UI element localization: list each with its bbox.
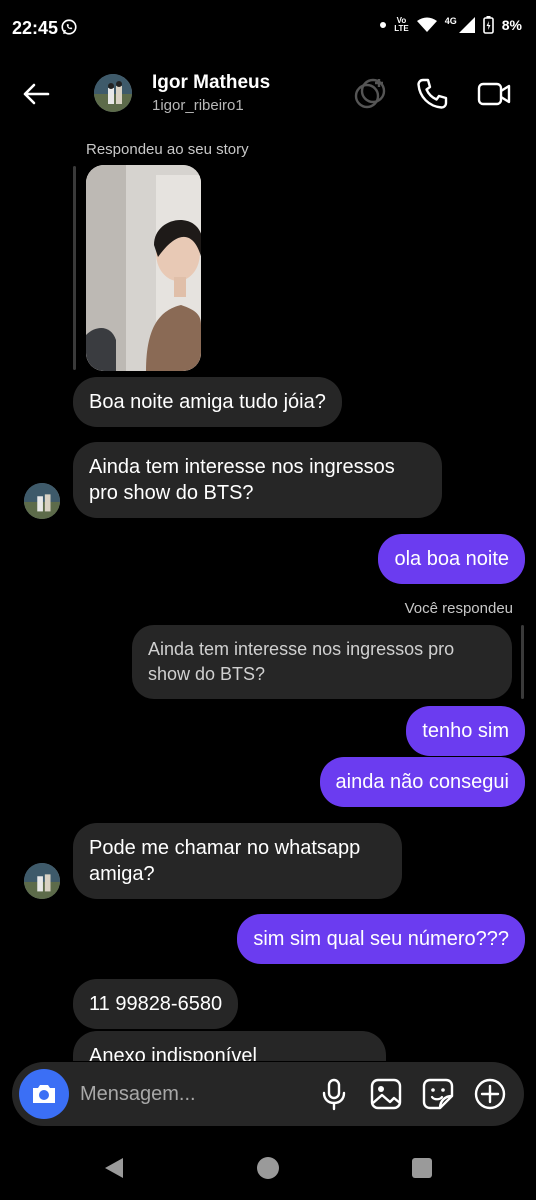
camera-icon — [33, 1085, 55, 1103]
message-clip: Anexo indisponível — [73, 1031, 386, 1061]
status-right: Vo LTE 4G 8% — [380, 16, 522, 34]
sender-avatar[interactable] — [24, 483, 60, 519]
camera-button[interactable] — [19, 1069, 69, 1119]
avatar-photo — [24, 483, 60, 519]
microphone-icon[interactable] — [316, 1076, 352, 1112]
battery-icon — [482, 16, 494, 34]
story-reply-caption: Respondeu ao seu story — [86, 141, 249, 158]
story-thumbnail[interactable] — [86, 165, 201, 371]
message-outgoing[interactable]: ola boa noite — [378, 534, 525, 584]
message-incoming[interactable]: Boa noite amiga tudo jóia? — [73, 377, 342, 427]
message-outgoing[interactable]: ainda não consegui — [319, 757, 525, 807]
avatar-photo — [24, 863, 60, 899]
message-input[interactable]: Mensagem... — [80, 1083, 196, 1106]
avatar-photo — [94, 74, 132, 112]
contact-username[interactable]: 1igor_ribeiro1 — [152, 97, 244, 114]
sender-avatar[interactable] — [24, 863, 60, 899]
message-outgoing[interactable]: sim sim qual seu número??? — [237, 914, 525, 964]
message-incoming[interactable]: Ainda tem interesse nos ingressos pro sh… — [73, 442, 442, 518]
reply-caption: Você respondeu — [404, 600, 513, 617]
volte-badge: Vo LTE — [394, 16, 409, 33]
battery-level: 8% — [501, 17, 522, 33]
nav-back-icon[interactable] — [94, 1148, 134, 1188]
effects-icon[interactable] — [352, 76, 388, 112]
signal-icon — [458, 17, 475, 33]
whatsapp-icon — [61, 19, 77, 35]
nav-recents-icon[interactable] — [402, 1148, 442, 1188]
message-composer: Mensagem... — [12, 1062, 524, 1126]
video-icon[interactable] — [476, 76, 512, 112]
phone-icon[interactable] — [414, 76, 450, 112]
contact-name[interactable]: Igor Matheus — [152, 72, 270, 94]
plus-icon[interactable] — [472, 1076, 508, 1112]
message-incoming[interactable]: Pode me chamar no whatsapp amiga? — [73, 823, 402, 899]
nav-home-icon[interactable] — [248, 1148, 288, 1188]
message-incoming[interactable]: Anexo indisponível — [73, 1031, 386, 1061]
message-incoming[interactable]: 11 99828-6580 — [73, 979, 239, 1029]
network-type: 4G — [444, 16, 457, 26]
avatar[interactable] — [94, 74, 132, 112]
status-time: 22:45 — [12, 18, 59, 38]
gallery-icon[interactable] — [368, 1076, 404, 1112]
wifi-icon — [416, 17, 437, 32]
story-image — [86, 165, 201, 371]
quote-line — [521, 625, 524, 699]
status-bar: 22:45 Vo LTE 4G 8% — [0, 0, 536, 56]
back-arrow-icon[interactable] — [20, 78, 52, 110]
dot-icon — [380, 22, 387, 28]
sticker-icon[interactable] — [420, 1076, 456, 1112]
message-outgoing[interactable]: tenho sim — [406, 706, 525, 756]
story-reply-line — [73, 166, 76, 370]
quoted-message[interactable]: Ainda tem interesse nos ingressos pro sh… — [132, 625, 512, 699]
